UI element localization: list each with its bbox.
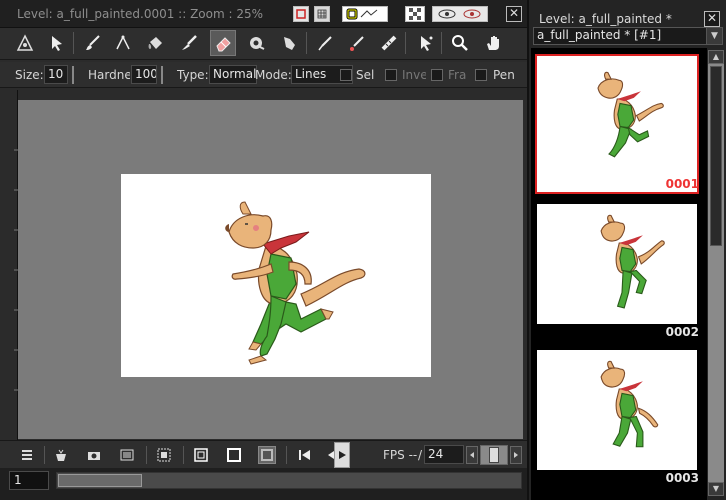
level-strip-title: Level: a_full_painted * xyxy=(539,12,672,26)
viewer-histogram-icon[interactable] xyxy=(52,446,70,464)
invert-checkbox[interactable] xyxy=(385,69,397,81)
tool-separator xyxy=(405,32,406,54)
chevron-down-icon[interactable]: ▼ xyxy=(706,28,722,44)
scroll-up-icon[interactable]: ▲ xyxy=(708,50,724,64)
bar-separator xyxy=(44,446,45,464)
level-select[interactable]: a_full_painted * [#1] ▼ xyxy=(533,27,723,45)
viewer-title-bar: Level: a_full_painted.0001 :: Zoom : 25%… xyxy=(0,0,527,28)
selective-label: Sel xyxy=(356,68,375,82)
playback-bar: FPS -- / 24 xyxy=(0,440,527,468)
frame-thumbnail-number: 0003 xyxy=(665,471,699,485)
top-ruler xyxy=(18,90,523,100)
define-sub-camera-icon[interactable] xyxy=(155,446,173,464)
bar-separator xyxy=(146,446,147,464)
frame-thumbnail-image xyxy=(535,54,699,194)
pencil-mode-label: Pen xyxy=(493,68,515,82)
type-label: Type: xyxy=(177,68,209,82)
camera-frame xyxy=(121,174,431,377)
frame-thumbnail-image xyxy=(537,204,697,324)
left-ruler xyxy=(0,90,18,440)
viewer-panel: Level: a_full_painted.0001 :: Zoom : 25%… xyxy=(0,0,527,500)
frame-thumbnail-image xyxy=(537,350,697,470)
first-frame-icon[interactable] xyxy=(296,446,314,464)
preview-toggle-icon[interactable] xyxy=(432,6,488,22)
character-drawing xyxy=(225,201,366,365)
play-button[interactable] xyxy=(334,442,350,468)
fps-increase-icon[interactable] xyxy=(510,446,522,464)
fps-slider-thumb[interactable] xyxy=(489,447,499,463)
level-strip-panel: Level: a_full_painted * ✕ a_full_painted… xyxy=(527,0,726,500)
rgb-picker-tool-icon[interactable] xyxy=(344,30,370,56)
hardness-label: Hardne xyxy=(88,68,130,82)
tape-tool-icon[interactable] xyxy=(243,30,269,56)
type-select[interactable]: Normal xyxy=(209,65,257,84)
fps-separator: / xyxy=(418,448,423,462)
strip-scrollbar-thumb[interactable] xyxy=(710,66,722,246)
size-field[interactable]: 10 xyxy=(44,65,68,84)
frame-thumbnail-number: 0001 xyxy=(665,177,699,191)
selective-checkbox[interactable] xyxy=(340,69,352,81)
field-guide-icon[interactable] xyxy=(314,6,330,22)
brush-tool-icon[interactable] xyxy=(80,30,106,56)
control-point-editor-tool-icon[interactable] xyxy=(413,30,439,56)
frame-slider-thumb[interactable] xyxy=(58,474,142,487)
frame-number-field[interactable]: 1 xyxy=(9,471,49,490)
strip-close-button[interactable]: ✕ xyxy=(704,11,720,27)
frame-range-label: Fra xyxy=(448,68,467,82)
fps-field[interactable]: 24 xyxy=(424,445,464,464)
safe-area-icon[interactable] xyxy=(293,6,309,22)
animate-tool-icon[interactable] xyxy=(12,30,38,56)
hand-tool-icon[interactable] xyxy=(480,30,506,56)
paint-brush-tool-icon[interactable] xyxy=(176,30,202,56)
style-picker-tool-icon[interactable] xyxy=(312,30,338,56)
finger-tool-icon[interactable] xyxy=(275,30,301,56)
bar-separator xyxy=(286,446,287,464)
camera-stand-icon[interactable] xyxy=(342,6,388,22)
compare-snapshot-icon[interactable] xyxy=(118,446,136,464)
tool-options-bar: Size: 10 Hardne 100 Type: Normal Mode: L… xyxy=(0,62,527,88)
level-strip-header: Level: a_full_painted * ✕ xyxy=(529,8,726,28)
checkerboard-icon[interactable] xyxy=(405,6,425,22)
frame-thumbnail[interactable]: 0003 xyxy=(531,342,707,487)
geometric-tool-icon[interactable] xyxy=(110,30,136,56)
pencil-mode-checkbox[interactable] xyxy=(475,69,487,81)
tool-separator xyxy=(306,32,307,54)
tool-separator xyxy=(73,32,74,54)
bar-separator xyxy=(183,446,184,464)
frame-thumbnail[interactable]: 0001 xyxy=(531,48,707,194)
tool-bar xyxy=(0,28,527,60)
hardness-field[interactable]: 100 xyxy=(131,65,157,84)
eraser-tool-icon[interactable] xyxy=(210,30,236,56)
thumbnail-list: 0001 0002 0003 xyxy=(531,48,707,500)
mode-label: Mode: xyxy=(255,68,292,82)
checkered-background-icon[interactable] xyxy=(258,446,276,464)
frame-thumbnail-number: 0002 xyxy=(665,325,699,339)
size-slider-handle[interactable] xyxy=(72,66,80,84)
tool-separator xyxy=(441,32,442,54)
black-background-icon[interactable] xyxy=(225,446,243,464)
frame-range-checkbox[interactable] xyxy=(431,69,443,81)
level-select-value: a_full_painted * [#1] xyxy=(537,28,662,42)
scroll-down-icon[interactable]: ▼ xyxy=(708,482,724,496)
frame-thumbnail[interactable]: 0002 xyxy=(531,196,707,341)
viewer-close-button[interactable]: ✕ xyxy=(506,6,522,22)
hardness-slider-handle[interactable] xyxy=(161,66,169,84)
zoom-tool-icon[interactable] xyxy=(447,30,473,56)
strip-scrollbar[interactable]: ▲ ▼ xyxy=(708,50,724,496)
size-label: Size: xyxy=(15,68,44,82)
frame-slider[interactable] xyxy=(56,472,522,489)
snapshot-icon[interactable] xyxy=(85,446,103,464)
ruler-tool-icon[interactable] xyxy=(376,30,402,56)
selection-tool-icon[interactable] xyxy=(44,30,70,56)
menu-icon[interactable] xyxy=(18,446,36,464)
fill-tool-icon[interactable] xyxy=(142,30,168,56)
fps-label: FPS -- xyxy=(383,448,418,462)
invert-label: Inve xyxy=(402,68,426,82)
fps-slider[interactable] xyxy=(480,445,508,465)
viewer-title: Level: a_full_painted.0001 :: Zoom : 25% xyxy=(17,7,264,21)
white-background-icon[interactable] xyxy=(192,446,210,464)
fps-decrease-icon[interactable] xyxy=(466,446,478,464)
frame-navigation: 1 xyxy=(0,468,527,500)
